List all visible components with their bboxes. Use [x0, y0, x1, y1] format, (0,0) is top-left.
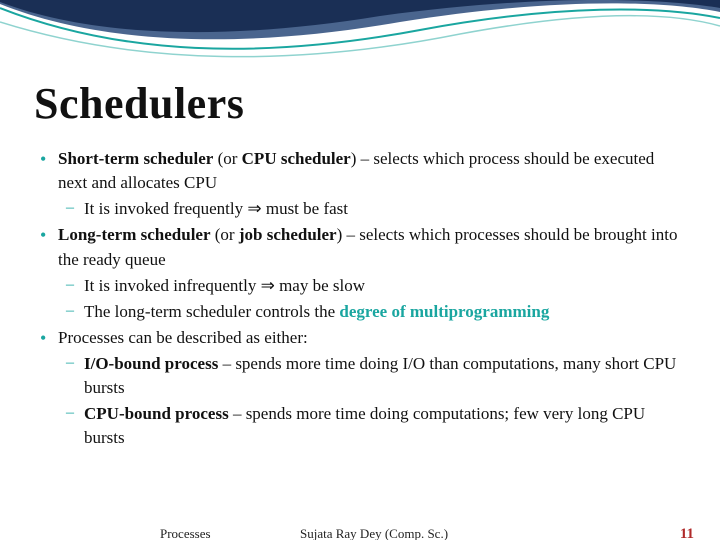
sub-text: It is invoked frequently ⇒ must be fast — [84, 199, 348, 218]
sub-text: It is invoked infrequently ⇒ may be slow — [84, 276, 365, 295]
sub-bold: I/O-bound process — [84, 354, 218, 373]
highlight-term: degree of multiprogramming — [339, 302, 549, 321]
sub-list: It is invoked infrequently ⇒ may be slow… — [58, 274, 686, 324]
footer-section: Processes — [160, 526, 211, 540]
slide: Schedulers Short-term scheduler (or CPU … — [0, 0, 720, 540]
sub-bold: CPU-bound process — [84, 404, 229, 423]
bullet-lead: Long-term scheduler — [58, 225, 211, 244]
slide-title: Schedulers — [34, 78, 686, 129]
page-number: 11 — [680, 526, 694, 540]
sub-list: It is invoked frequently ⇒ must be fast — [58, 197, 686, 221]
sub-item: The long-term scheduler controls the deg… — [58, 300, 686, 324]
sub-item: I/O-bound process – spends more time doi… — [58, 352, 686, 400]
bullet-list: Short-term scheduler (or CPU scheduler) … — [34, 147, 686, 451]
sub-item: It is invoked frequently ⇒ must be fast — [58, 197, 686, 221]
bullet-text: Processes can be described as either: — [58, 328, 308, 347]
bullet-item: Long-term scheduler (or job scheduler) –… — [34, 223, 686, 324]
bullet-mid-bold: CPU scheduler — [242, 149, 351, 168]
footer-author: Sujata Ray Dey (Comp. Sc.) — [300, 526, 448, 540]
bullet-text: (or — [213, 149, 241, 168]
bullet-mid-bold: job scheduler — [239, 225, 337, 244]
sub-list: I/O-bound process – spends more time doi… — [58, 352, 686, 451]
bullet-text: (or — [211, 225, 239, 244]
bullet-item: Short-term scheduler (or CPU scheduler) … — [34, 147, 686, 221]
sub-item: CPU-bound process – spends more time doi… — [58, 402, 686, 450]
bullet-item: Processes can be described as either: I/… — [34, 326, 686, 451]
bullet-lead: Short-term scheduler — [58, 149, 213, 168]
sub-item: It is invoked infrequently ⇒ may be slow — [58, 274, 686, 298]
sub-pre: The long-term scheduler controls the — [84, 302, 339, 321]
